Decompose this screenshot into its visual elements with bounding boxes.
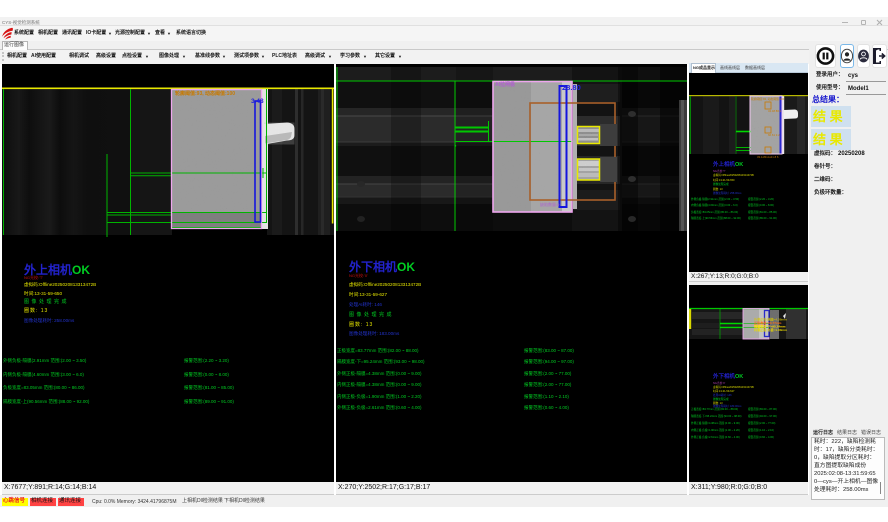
svg-text:66.61 3.2: 66.61 3.2 (768, 133, 780, 137)
svg-text:内侧正极-负极=1.90mm: 内侧正极-负极=1.90mm (754, 327, 787, 332)
svg-text:34.48 86.1: 34.48 86.1 (768, 109, 782, 113)
svg-text:轮廓阈值:93, 动态阈值:100: 轮廓阈值:93, 动态阈值:100 (751, 97, 785, 101)
svg-text:33.4-89.Au21.8 6: 33.4-89.Au21.8 6 (757, 155, 779, 159)
